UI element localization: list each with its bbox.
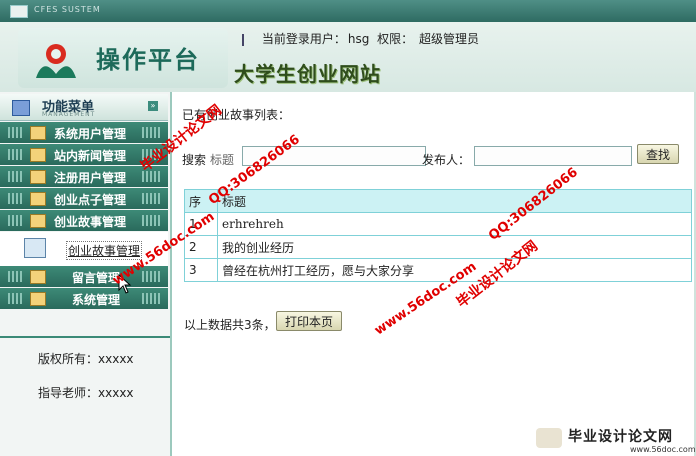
sidebar-item-label: 注册用户管理 — [54, 171, 127, 185]
title-label: 标题 — [210, 153, 235, 167]
current-user-label: 当前登录用户： — [261, 32, 346, 46]
stories-table: 序 标题 1 erhrehreh 2 我的创业经历 3 曾经在杭州打工经历，愿与… — [184, 189, 692, 282]
copyright: 版权所有：xxxxx — [38, 350, 134, 367]
copyright-label: 版权所有： — [38, 352, 99, 366]
folder-icon — [30, 292, 46, 306]
table-row[interactable]: 1 erhrehreh — [184, 212, 692, 236]
folder-icon — [30, 192, 46, 206]
folder-icon — [30, 170, 46, 184]
publisher-label: 发布人： — [422, 153, 471, 167]
sidebar-divider — [0, 336, 170, 338]
grip-icon — [8, 149, 22, 160]
sidebar-item-label: 系统用户管理 — [54, 127, 127, 141]
sidebar-item-system-users[interactable]: 系统用户管理 — [0, 122, 168, 143]
menu-subtitle: MANAGEMENT — [42, 111, 96, 118]
footer-watermark-url: www.56doc.com — [630, 445, 696, 454]
column-header-title: 标题 — [217, 189, 692, 213]
window-icon — [10, 5, 28, 18]
grip-icon — [8, 171, 22, 182]
sidebar-item-system[interactable]: 系统管理 — [0, 288, 168, 309]
menu-icon — [12, 100, 30, 116]
row-title[interactable]: 我的创业经历 — [217, 235, 692, 259]
grip-icon — [142, 293, 160, 304]
grip-icon — [142, 271, 160, 282]
current-user: hsg — [347, 32, 370, 46]
sidebar-item-label: 创业点子管理 — [54, 193, 127, 207]
folder-icon — [30, 270, 46, 284]
user-icon — [242, 33, 252, 46]
menu-header: 功能菜单 MANAGEMENT » — [0, 94, 168, 121]
folder-icon — [30, 214, 46, 228]
search-button[interactable]: 查找 — [637, 144, 680, 164]
publisher-search-input[interactable] — [474, 146, 632, 166]
permission-label: 权限： — [377, 32, 414, 46]
grip-icon — [8, 127, 22, 138]
footer-watermark: 毕业设计论文网 www.56doc.com — [530, 424, 696, 456]
sidebar-item-stories[interactable]: 创业故事管理 — [0, 210, 168, 231]
sidebar-item-label: 站内新闻管理 — [54, 149, 127, 163]
row-index: 3 — [184, 258, 218, 282]
folder-icon — [30, 126, 46, 140]
grip-icon — [8, 193, 22, 204]
sidebar-item-label: 创业故事管理 — [54, 215, 127, 229]
header: 操作平台 当前登录用户： hsg 权限： 超级管理员 大学生创业网站 — [0, 22, 696, 92]
sidebar-item-label: 系统管理 — [72, 293, 121, 307]
grip-icon — [142, 127, 160, 138]
watermark-logo-icon — [536, 428, 562, 448]
window-title-bar: CFES SUSTEM — [0, 0, 696, 22]
system-label: CFES SUSTEM — [34, 5, 101, 14]
table-header-row: 序 标题 — [184, 189, 692, 213]
advisor: 指导老师：xxxxx — [38, 384, 134, 401]
logo-text: 操作平台 — [96, 45, 200, 74]
table-row[interactable]: 2 我的创业经历 — [184, 235, 692, 259]
grip-icon — [8, 215, 22, 226]
record-summary: 以上数据共3条， — [184, 318, 276, 332]
logo-icon — [36, 44, 76, 78]
search-label: 搜索 — [182, 153, 207, 167]
main-content: 已有创业故事列表： 搜索 标题 发布人： 查找 序 标题 1 erhrehreh… — [172, 92, 696, 456]
menu-list: 系统用户管理 站内新闻管理 注册用户管理 创业点子管理 创业故事管理 创业故事管… — [0, 122, 168, 310]
table-row[interactable]: 3 曾经在杭州打工经历，愿与大家分享 — [184, 258, 692, 282]
grip-icon — [142, 193, 160, 204]
site-title: 大学生创业网站 — [234, 62, 381, 86]
grip-icon — [8, 271, 22, 282]
grip-icon — [8, 293, 22, 304]
document-icon — [24, 238, 46, 258]
advisor-value: xxxxx — [98, 386, 134, 400]
print-button[interactable]: 打印本页 — [276, 311, 343, 331]
collapse-icon[interactable]: » — [148, 101, 158, 111]
logo-box: 操作平台 — [18, 28, 228, 88]
footer-watermark-brand: 毕业设计论文网 — [568, 429, 673, 445]
permission-value: 超级管理员 — [419, 32, 480, 46]
copyright-value: xxxxx — [98, 352, 134, 366]
sidebar-item-ideas[interactable]: 创业点子管理 — [0, 188, 168, 209]
folder-icon — [30, 148, 46, 162]
grip-icon — [142, 215, 160, 226]
user-info: 当前登录用户： hsg 权限： 超级管理员 — [242, 30, 479, 47]
submenu-item-label[interactable]: 创业故事管理 — [66, 241, 143, 260]
advisor-label: 指导老师： — [38, 386, 99, 400]
row-title[interactable]: erhrehreh — [217, 212, 692, 236]
